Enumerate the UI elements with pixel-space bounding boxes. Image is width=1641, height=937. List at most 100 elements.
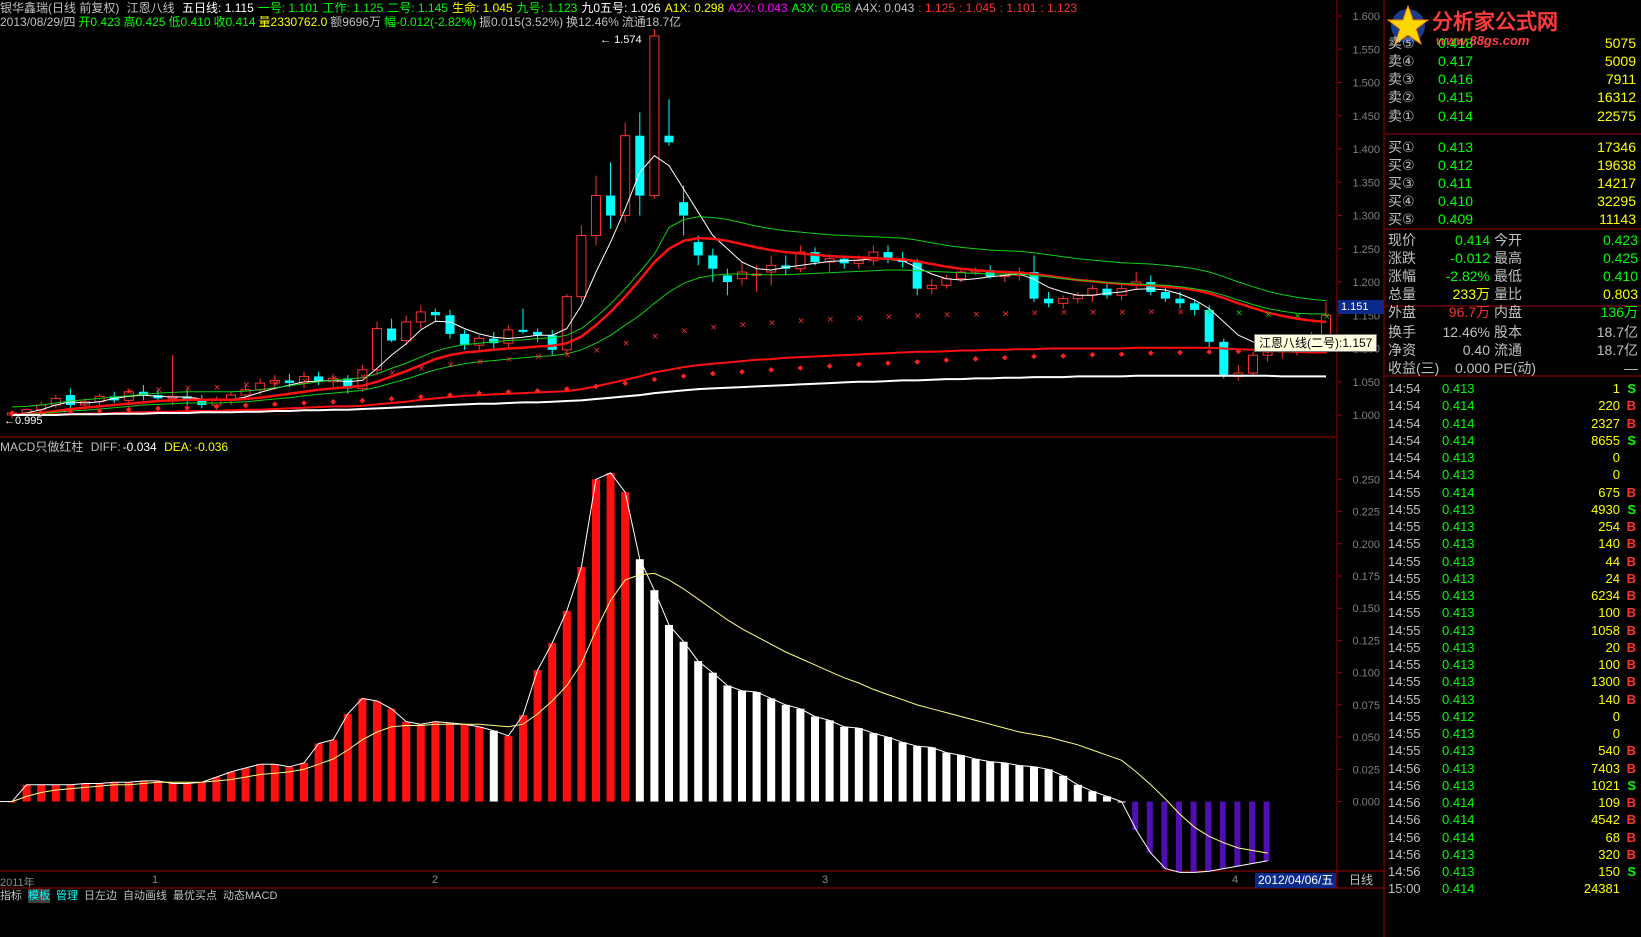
candle[interactable] [430,311,440,316]
tick-row[interactable]: 14:55 0.413 254 B [1386,518,1638,535]
macd-bar[interactable] [358,698,367,802]
macd-bar[interactable] [854,728,863,802]
candle[interactable] [766,264,777,273]
macd-bar[interactable] [810,716,820,802]
candle[interactable] [1175,298,1185,304]
macd-bar[interactable] [869,733,878,802]
tick-row[interactable]: 14:55 0.413 1058 B [1386,622,1638,639]
macd-bar[interactable] [80,783,90,802]
macd-bar[interactable] [898,742,907,802]
macd-bar[interactable] [1263,801,1270,861]
buy-row[interactable]: 买⑤ 0.409 11143 [1386,210,1638,229]
macd-bar[interactable] [1161,801,1168,869]
bottom-tab[interactable]: 自动画线 [123,889,167,903]
tick-row[interactable]: 14:55 0.413 100 B [1386,656,1638,673]
macd-bar[interactable] [445,722,455,802]
macd-bar[interactable] [431,721,440,802]
macd-bar[interactable] [460,724,469,802]
tick-row[interactable]: 14:55 0.413 6234 B [1386,587,1638,604]
tick-row[interactable]: 14:54 0.414 2327 B [1386,415,1638,432]
candle[interactable] [606,195,616,216]
macd-bar[interactable] [1000,762,1009,802]
bottom-tab[interactable]: 最优买点 [173,889,217,903]
macd-bar[interactable] [153,780,163,802]
tick-row[interactable]: 14:55 0.413 140 B [1386,691,1638,708]
macd-bar[interactable] [329,739,338,802]
tick-row[interactable]: 14:55 0.414 675 B [1386,484,1638,501]
macd-bar[interactable] [183,783,192,802]
tick-row[interactable]: 14:55 0.413 44 B [1386,553,1638,570]
tick-row[interactable]: 14:56 0.413 320 B [1386,846,1638,863]
candle[interactable] [722,275,732,282]
macd-bar[interactable] [971,759,980,802]
candle[interactable] [1190,303,1200,310]
macd-bar[interactable] [548,643,557,802]
tick-row[interactable]: 14:56 0.414 4542 B [1386,811,1638,828]
macd-bar[interactable] [650,590,659,802]
macd-bar[interactable] [956,755,966,802]
candle[interactable] [620,135,631,216]
macd-bar[interactable] [781,704,790,802]
macd-bar[interactable] [694,661,703,802]
tick-row[interactable]: 14:55 0.413 24 B [1386,570,1638,587]
sell-row[interactable]: 卖③ 0.416 7911 [1386,70,1638,89]
candle[interactable] [576,234,587,298]
macd-bar[interactable] [489,730,498,802]
macd-bar[interactable] [562,610,571,802]
candle[interactable] [445,315,455,334]
tick-row[interactable]: 14:56 0.413 1021 S [1386,777,1638,794]
macd-bar[interactable] [1132,801,1139,830]
candle[interactable] [1247,354,1259,374]
tick-row[interactable]: 14:56 0.414 68 B [1386,829,1638,846]
tick-row[interactable]: 14:55 0.413 540 B [1386,742,1638,759]
macd-bar[interactable] [737,690,747,802]
macd-bar[interactable] [1190,801,1197,873]
macd-bar[interactable] [986,761,995,802]
macd-bar[interactable] [402,721,411,802]
candle[interactable] [1146,282,1156,292]
candle[interactable] [635,135,645,196]
macd-bar[interactable] [1175,801,1182,873]
macd-bar[interactable] [343,713,352,802]
buy-row[interactable]: 买③ 0.411 14217 [1386,174,1638,193]
candle[interactable] [1087,288,1098,296]
macd-bar[interactable] [1073,784,1082,802]
tick-row[interactable]: 14:54 0.413 0 [1386,449,1638,466]
tick-row[interactable]: 14:55 0.413 140 B [1386,535,1638,552]
tick-row[interactable]: 14:55 0.413 1300 B [1386,673,1638,690]
macd-bar[interactable] [767,698,776,802]
candle[interactable] [474,338,485,346]
candle[interactable] [371,328,383,371]
macd-bar[interactable] [314,743,323,802]
macd-bar[interactable] [197,782,206,802]
bottom-tab[interactable]: 动态MACD [223,889,277,903]
tick-row[interactable]: 14:55 0.413 0 [1386,725,1638,742]
candle[interactable] [65,395,75,406]
candle[interactable] [387,328,397,341]
bottom-tab[interactable]: 管理 [56,889,78,903]
candle[interactable] [1044,298,1054,304]
macd-bar[interactable] [226,771,236,802]
candle[interactable] [736,271,748,280]
macd-bar[interactable] [577,566,586,802]
macd-bar[interactable] [635,559,644,802]
tick-row[interactable]: 14:55 0.412 0 [1386,708,1638,725]
candle[interactable] [1058,298,1069,304]
macd-bar[interactable] [256,764,265,802]
candle[interactable] [284,380,294,384]
tick-row[interactable]: 14:54 0.413 1 S [1386,380,1638,397]
buy-row[interactable]: 买① 0.413 17346 [1386,138,1638,157]
macd-bar[interactable] [1059,775,1068,802]
tick-row[interactable]: 14:56 0.413 150 S [1386,863,1638,880]
candle[interactable] [664,135,674,143]
tick-row[interactable]: 14:54 0.414 220 B [1386,397,1638,414]
candle[interactable] [460,333,470,346]
macd-bar[interactable] [270,764,279,802]
macd-bar[interactable] [883,737,893,802]
bottom-tab[interactable]: 日左边 [84,889,117,903]
macd-bar[interactable] [241,768,250,802]
candle[interactable] [590,195,602,236]
macd-bar[interactable] [621,492,630,802]
candle[interactable] [401,321,412,342]
buy-row[interactable]: 买② 0.412 19638 [1386,156,1638,175]
